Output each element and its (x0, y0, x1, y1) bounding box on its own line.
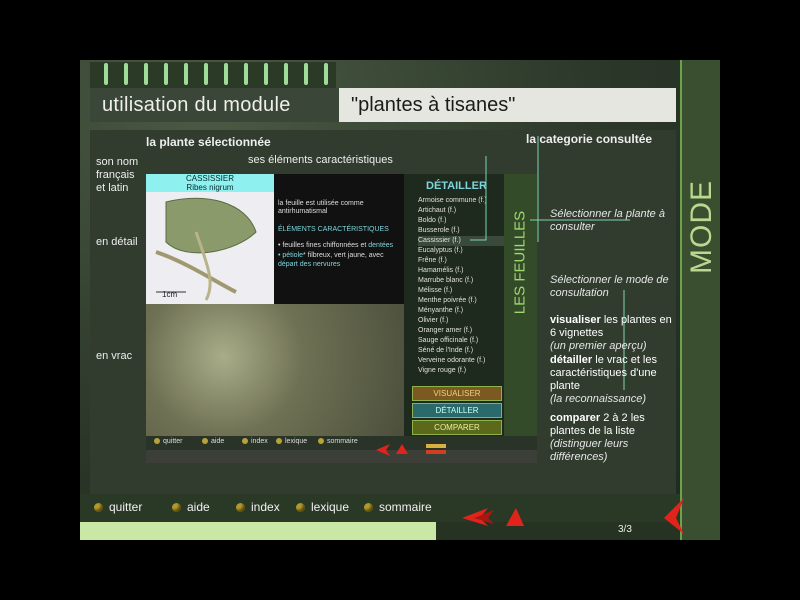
side-title: MODE D'EMPLOI (685, 153, 720, 302)
back-arrow-icon[interactable] (462, 508, 494, 526)
main-content: la plante sélectionnée ses éléments cara… (90, 130, 676, 494)
ring-icon (184, 63, 188, 85)
up-arrow-icon[interactable] (506, 508, 524, 526)
bottom-nav-bar: quitter aide index lexique sommaire (80, 494, 680, 522)
status-bar: 3/3 (80, 522, 680, 540)
page-title-bar: utilisation du module "plantes à tisanes… (90, 88, 676, 122)
annotation-select-plant: Sélectionner la plante à consulter (550, 208, 665, 233)
page-indicator: 3/3 (618, 524, 632, 535)
nav-sommaire[interactable]: sommaire (364, 500, 432, 514)
annotation-select-mode: Sélectionner le mode de consultation (550, 274, 669, 299)
ring-icon (164, 63, 168, 85)
annotation-visualiser: visualiser les plantes en 6 vignettes (un… (550, 314, 672, 352)
nav-arrows (462, 508, 524, 526)
annotation-comparer: comparer 2 à 2 les plantes de la liste (d… (550, 412, 645, 463)
nav-lexique[interactable]: lexique (296, 500, 349, 514)
ring-icon (144, 63, 148, 85)
ring-icon (244, 63, 248, 85)
side-panel: MODE D'EMPLOI (680, 60, 720, 540)
ring-icon (104, 63, 108, 85)
arrow-up-icon (396, 444, 408, 454)
dot-icon (172, 503, 181, 512)
ring-icon (304, 63, 308, 85)
mini-nav-arrows (376, 444, 446, 456)
next-arrow-icon[interactable] (664, 498, 684, 534)
dot-icon (296, 503, 305, 512)
module-title-box: "plantes à tisanes" (339, 88, 676, 122)
dot-icon (364, 503, 373, 512)
nav-index[interactable]: index (236, 500, 280, 514)
nav-aide[interactable]: aide (172, 500, 210, 514)
dot-icon (94, 503, 103, 512)
ring-icon (124, 63, 128, 85)
dot-icon (236, 503, 245, 512)
next-arrow[interactable] (662, 496, 686, 536)
nav-quitter[interactable]: quitter (94, 500, 142, 514)
ring-icon (224, 63, 228, 85)
page-title: utilisation du module (102, 94, 291, 116)
progress-bar (80, 522, 436, 540)
ring-icon (264, 63, 268, 85)
app-window: utilisation du module "plantes à tisanes… (80, 60, 720, 540)
ring-icon (284, 63, 288, 85)
ring-icon (324, 63, 328, 85)
arrow-left-icon (376, 444, 390, 456)
spiral-binding (90, 62, 336, 88)
module-title: "plantes à tisanes" (351, 94, 516, 116)
annotation-detailler: détailler le vrac et les caractéristique… (550, 354, 657, 405)
ring-icon (204, 63, 208, 85)
